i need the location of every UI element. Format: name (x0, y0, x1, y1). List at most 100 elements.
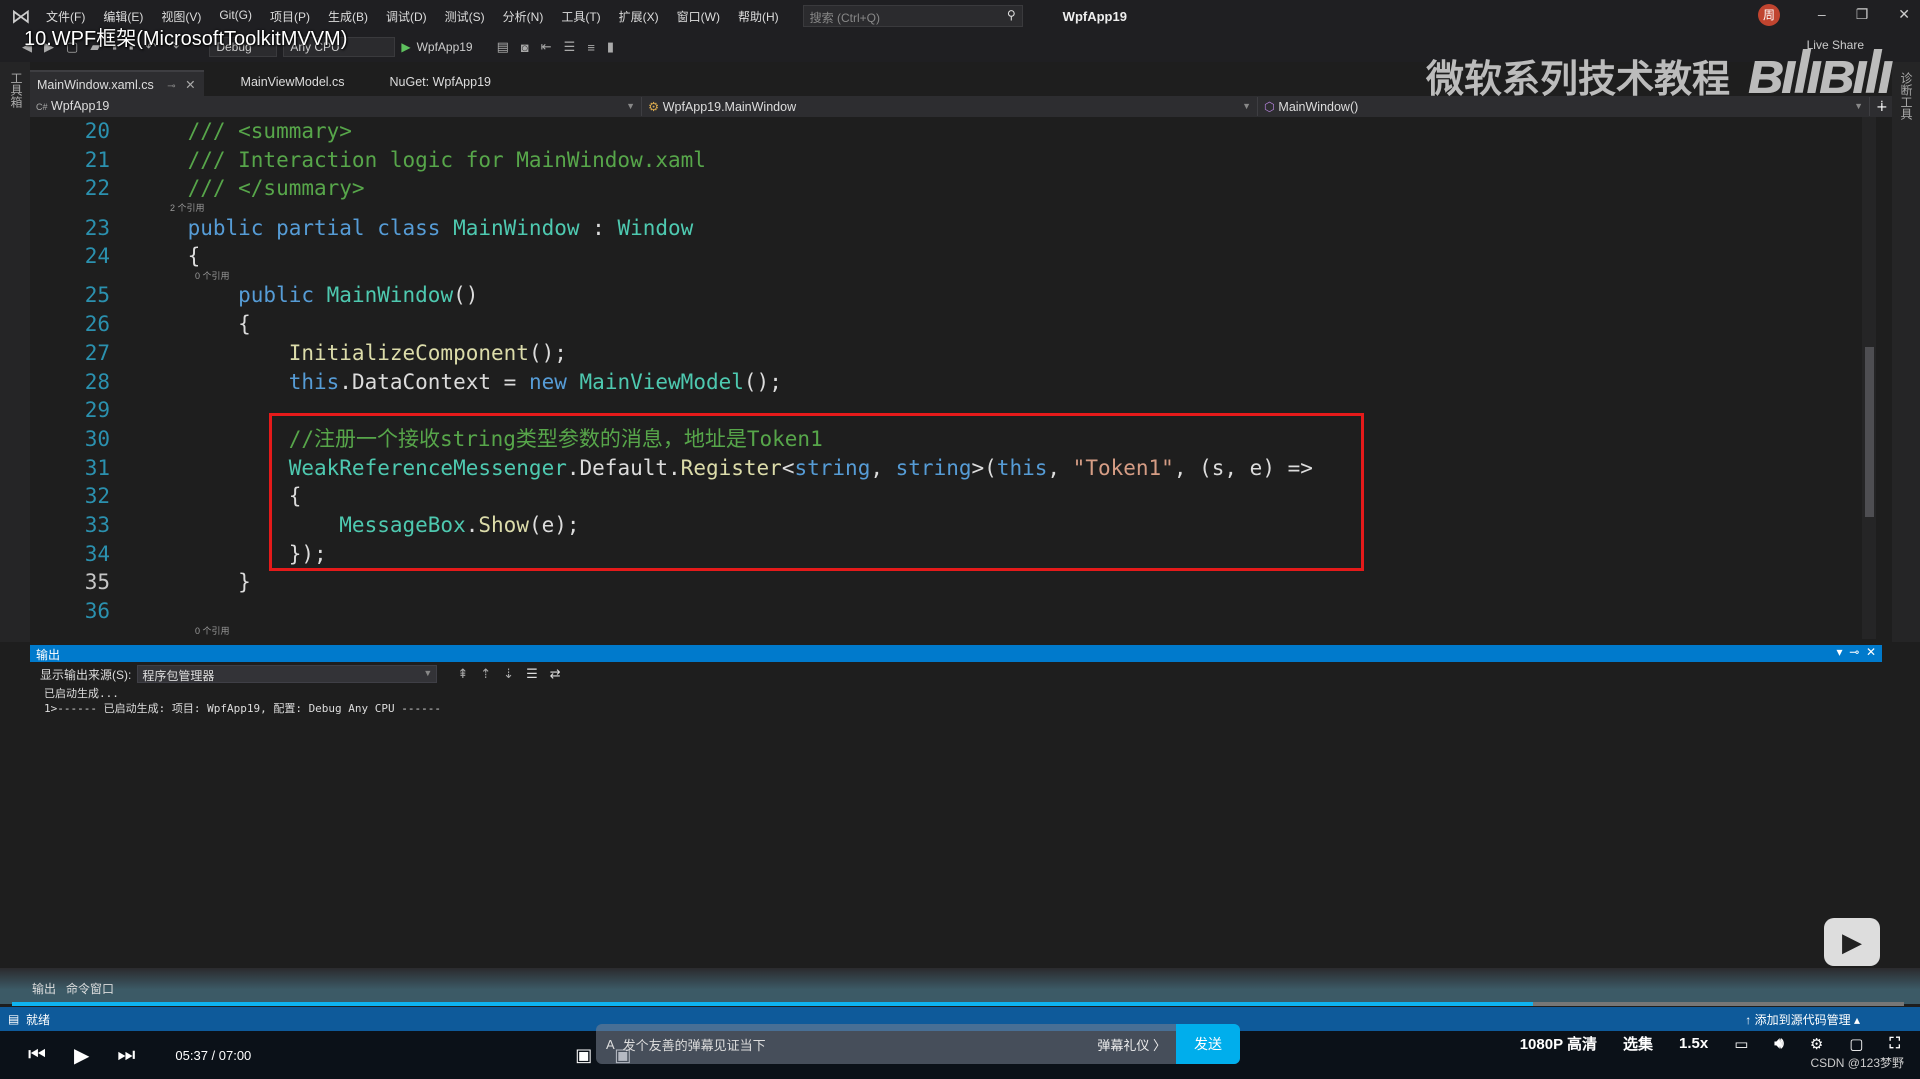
bookmark-icon[interactable]: ▮ (607, 39, 614, 55)
comment-icon[interactable]: ≡ (587, 40, 595, 55)
danmu-input[interactable]: A 发个友善的弹幕见证当下 弹幕礼仪 〉 发送 (596, 1024, 1240, 1064)
chevron-down-icon: ▼ (423, 668, 433, 678)
video-progress-bar[interactable] (12, 1002, 1904, 1006)
code-token: Window (617, 215, 694, 240)
code-token: : (579, 215, 618, 240)
line-number: 25 (84, 283, 110, 308)
tab-mainviewmodel-cs[interactable]: MainViewModel.cs (234, 70, 353, 96)
editor-scrollbar[interactable] (1862, 117, 1876, 639)
restore-button[interactable]: ❐ (1856, 6, 1869, 23)
previous-icon[interactable]: ⏮ (28, 1044, 46, 1067)
code-line: 35 } (30, 568, 1313, 597)
next-icon[interactable]: ⏭ (117, 1044, 135, 1067)
volume-icon[interactable]: 🔊︎ (1774, 1035, 1783, 1052)
speed-button[interactable]: 1.5x (1679, 1035, 1708, 1052)
subtitle-icon[interactable]: ▭ (1734, 1035, 1748, 1053)
danmu-toggle-icon[interactable]: ▣ (575, 1045, 592, 1066)
screenshot-icon[interactable]: ◙ (521, 40, 529, 55)
play-overlay-icon[interactable]: ▶ (1824, 918, 1880, 966)
danmu-etiquette-link[interactable]: 弹幕礼仪 〉 (1097, 1035, 1166, 1054)
close-tab-icon[interactable]: ✕ (185, 78, 195, 92)
line-number: 30 (84, 426, 110, 451)
code-token: .DataContext = (339, 369, 529, 394)
code-text (137, 396, 150, 425)
send-button[interactable]: 发送 (1176, 1024, 1240, 1064)
clear-all-icon[interactable]: ☰ (526, 666, 538, 682)
output-source-value: 程序包管理器 (142, 669, 215, 683)
project-label: WpfApp19 (51, 99, 110, 113)
codelens-references[interactable]: 0 个引用 (30, 271, 1313, 282)
toolbox-strip[interactable]: 工具箱 (0, 62, 30, 642)
diagnostics-strip[interactable]: 诊断工具 (1892, 62, 1920, 642)
pin-icon[interactable]: ⊸ (167, 81, 175, 92)
search-input[interactable]: 搜索 (Ctrl+Q) ⚲ (802, 5, 1023, 27)
quality-button[interactable]: 1080P 高清 (1520, 1033, 1597, 1054)
document-tabs: MainWindow.xaml.cs ⊸ ✕ MainViewModel.cs … (30, 70, 529, 96)
line-number: 24 (84, 244, 110, 269)
code-text: public partial class MainWindow : Window (137, 214, 694, 243)
step-icon[interactable]: ⇤ (541, 39, 552, 55)
codelens-references[interactable]: 2 个引用 (30, 203, 1313, 214)
folder-icon[interactable]: ▤ (497, 39, 509, 55)
toolbox-label[interactable]: 工具箱 (8, 72, 25, 108)
font-icon[interactable]: A (606, 1037, 615, 1052)
menu-item[interactable]: 扩展(X) (619, 8, 659, 25)
run-button[interactable]: WpfApp19 (417, 40, 473, 54)
next-message-icon[interactable]: ⇣ (503, 666, 514, 682)
run-icon[interactable]: ▶ (401, 40, 410, 54)
tab-command-window[interactable]: 命令窗口 (66, 980, 114, 997)
codelens-references[interactable]: 0 个引用 (30, 626, 1313, 637)
diagnostics-label[interactable]: 诊断工具 (1898, 72, 1915, 120)
settings-icon[interactable]: ⚙ (1810, 1035, 1823, 1053)
prev-message-icon[interactable]: ⇡ (480, 666, 491, 682)
menu-item[interactable]: 调试(D) (386, 8, 427, 25)
code-token: /// Interaction logic for MainWindow.xam… (137, 147, 706, 172)
indent-icon[interactable]: ☰ (564, 39, 576, 55)
play-icon[interactable]: ▶ (74, 1043, 89, 1068)
code-text: /// </summary> (137, 174, 365, 203)
episodes-button[interactable]: 选集 (1623, 1033, 1653, 1054)
fullscreen-icon[interactable]: ⛶ (1889, 1035, 1900, 1052)
line-number: 31 (84, 455, 110, 480)
word-wrap-icon[interactable]: ⇄ (550, 666, 561, 682)
search-placeholder: 搜索 (Ctrl+Q) (809, 11, 881, 25)
source-control-button[interactable]: ↑ 添加到源代码管理 ▴ (1745, 1011, 1860, 1028)
line-number: 20 (84, 119, 110, 143)
output-line: 1>------ 已启动生成: 项目: WpfApp19, 配置: Debug … (44, 702, 442, 715)
output-line: 已启动生成... (44, 687, 119, 700)
pin-icon[interactable]: ⊸ (1849, 645, 1859, 659)
audio-waveform (0, 968, 1920, 1004)
tab-nuget[interactable]: NuGet: WpfApp19 (383, 70, 499, 96)
tab-mainwindow-xaml-cs[interactable]: MainWindow.xaml.cs ⊸ ✕ (30, 70, 204, 96)
minimize-button[interactable]: – (1818, 6, 1826, 23)
window-controls: – ❐ ✕ (1818, 6, 1910, 23)
scrollbar-thumb[interactable] (1865, 347, 1874, 517)
close-button[interactable]: ✕ (1898, 6, 1910, 23)
code-token: public partial class (137, 215, 454, 240)
project-dropdown[interactable]: C# WpfApp19 ▼ (30, 97, 642, 116)
line-number: 35 (84, 570, 110, 595)
find-message-icon[interactable]: ⇞ (457, 666, 468, 682)
output-source-dropdown[interactable]: 程序包管理器 ▼ (137, 665, 438, 683)
tab-label: MainWindow.xaml.cs (37, 78, 154, 92)
menu-item[interactable]: 工具(T) (561, 8, 600, 25)
widescreen-icon[interactable]: ▢ (1849, 1035, 1863, 1053)
output-source-label: 显示输出来源(S): (40, 667, 132, 682)
time-display: 05:37 / 07:00 (175, 1047, 252, 1063)
code-token: } (137, 570, 251, 595)
line-number: 28 (84, 369, 110, 394)
output-panel: 输出 ▾ ⊸ ✕ 显示输出来源(S): 程序包管理器 ▼ ⇞ ⇡ ⇣ ☰ ⇄ 已启… (30, 645, 1882, 975)
class-dropdown[interactable]: ⚙ WpfApp19.MainWindow ▼ (642, 97, 1258, 116)
menu-item[interactable]: 分析(N) (503, 8, 544, 25)
menu-item[interactable]: 帮助(H) (738, 8, 779, 25)
progress-fill (12, 1002, 1534, 1006)
code-line: 21 /// Interaction logic for MainWindow.… (30, 146, 1313, 175)
tab-output[interactable]: 输出 (32, 980, 56, 997)
dropdown-icon[interactable]: ▾ (1837, 645, 1843, 659)
menu-item[interactable]: 测试(S) (445, 8, 485, 25)
code-token: /// </summary> (137, 176, 365, 201)
close-icon[interactable]: ✕ (1866, 645, 1876, 659)
avatar[interactable]: 周 (1758, 4, 1780, 26)
menu-item[interactable]: 窗口(W) (677, 8, 720, 25)
